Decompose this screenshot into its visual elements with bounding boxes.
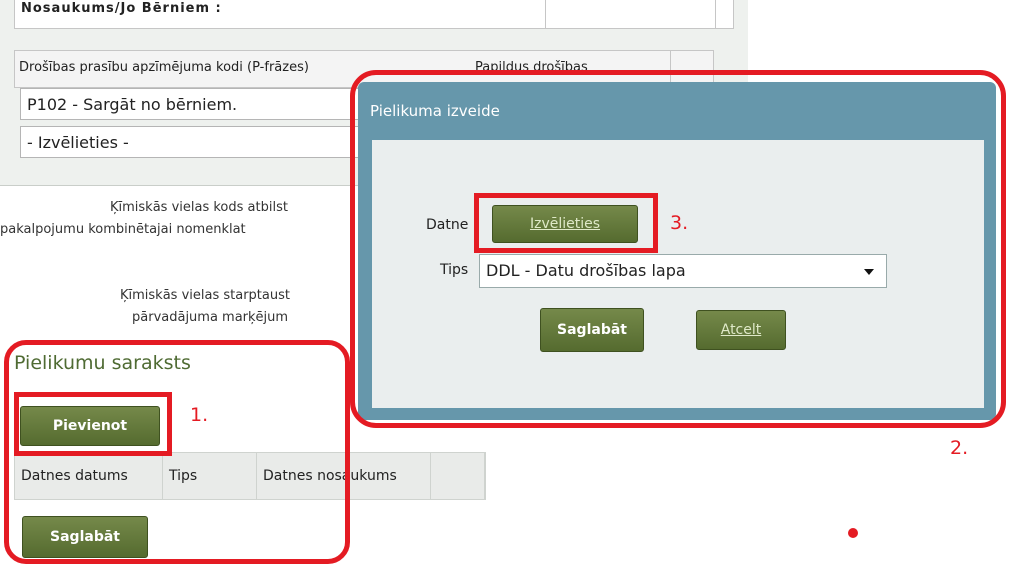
column-divider [715, 0, 716, 28]
info-text: Ķīmiskās vielas starptaust [120, 288, 290, 303]
info-text: pārvadājuma marķējum [132, 310, 289, 325]
top-row: Nosaukums/Jo Bērniem : [14, 0, 734, 29]
info-text: pakalpojumu kombinētajai nomenklat [0, 222, 246, 237]
highlight-add-button [14, 392, 172, 456]
annotation-label-1: 1. [190, 404, 209, 426]
info-text: Ķīmiskās vielas kods atbilst [110, 200, 288, 215]
red-dot-marker [848, 528, 858, 538]
header-hazard-codes: Drošības prasību apzīmējuma kodi (P-frāz… [19, 60, 309, 75]
top-row-text: Nosaukums/Jo Bērniem : [21, 1, 222, 16]
highlight-dialog [350, 70, 1006, 428]
hazard-code-select-empty[interactable]: - Izvēlieties - [20, 126, 380, 158]
column-divider [545, 0, 546, 28]
annotation-label-2: 2. [950, 437, 969, 459]
annotation-label-3: 3. [670, 212, 689, 234]
hazard-code-select[interactable]: P102 - Sargāt no bērniem. [20, 88, 380, 120]
column-header [431, 453, 485, 499]
highlight-choose-button [474, 193, 658, 253]
